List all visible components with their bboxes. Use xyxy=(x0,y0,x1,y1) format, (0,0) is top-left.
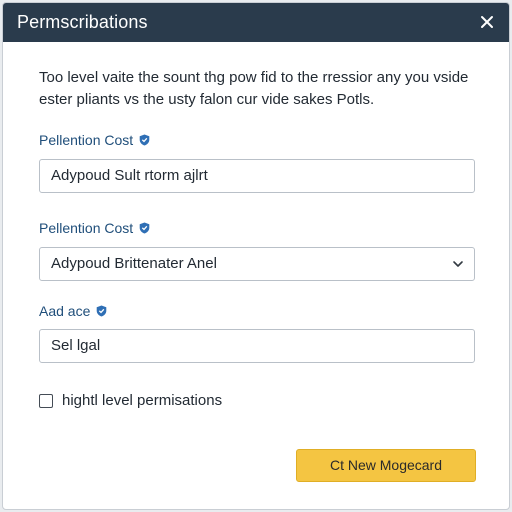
field-select-2[interactable]: Adypoud Brittenater Anel xyxy=(39,247,475,281)
field-label-3: Aad ace xyxy=(39,303,107,319)
shield-info-icon xyxy=(139,222,150,234)
field-label-1: Pellention Cost xyxy=(39,132,150,148)
shield-info-icon xyxy=(139,134,150,146)
field-label-text-1: Pellention Cost xyxy=(39,132,134,148)
permission-checkbox[interactable] xyxy=(39,393,53,408)
create-button[interactable]: Ct New Mogecard xyxy=(296,449,476,482)
close-button[interactable] xyxy=(475,10,499,34)
permissions-dialog: Permscribations Too level vaite the soun… xyxy=(2,2,510,510)
dialog-title: Permscribations xyxy=(17,12,148,32)
field-label-text-2: Pellention Cost xyxy=(39,220,134,236)
shield-info-icon xyxy=(97,305,107,317)
field-input-3[interactable]: Sel lgal xyxy=(39,329,475,363)
dialog-titlebar: Permscribations xyxy=(3,3,509,42)
close-icon xyxy=(481,16,493,28)
field-label-text-3: Aad ace xyxy=(39,303,91,319)
field-input-1[interactable]: Adypoud Sult rtorm ajlrt xyxy=(39,159,475,193)
field-label-2: Pellention Cost xyxy=(39,220,150,236)
dialog-description: Too level vaite the sount thg pow fid to… xyxy=(39,69,469,108)
field-select-value-2: Adypoud Brittenater Anel xyxy=(51,255,217,272)
chevron-down-icon xyxy=(453,261,463,267)
permission-checkbox-row[interactable]: hightl level permisations xyxy=(39,392,222,409)
permission-checkbox-label: hightl level permisations xyxy=(62,392,223,409)
